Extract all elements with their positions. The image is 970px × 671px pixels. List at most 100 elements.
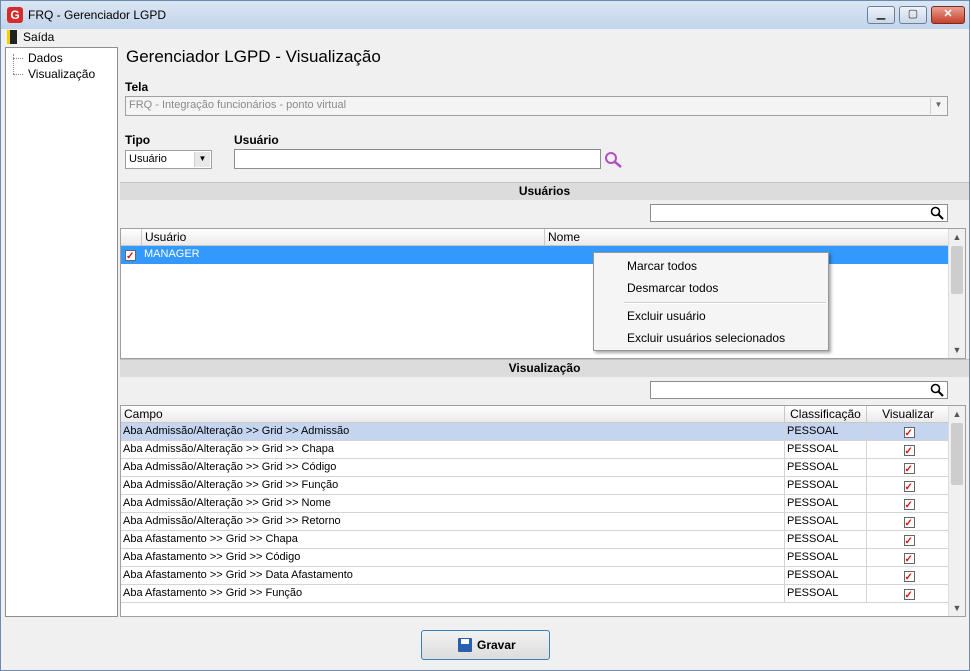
tipo-select[interactable]: Usuário ▼ [125, 150, 212, 169]
usuario-label: Usuário [234, 133, 279, 147]
visualizacao-search-input[interactable] [650, 381, 948, 399]
grid-header-classificacao[interactable]: Classificação [785, 406, 867, 423]
menu-item-excluir-usuario[interactable]: Excluir usuário [627, 309, 706, 323]
menu-item-desmarcar-todos[interactable]: Desmarcar todos [627, 281, 718, 295]
grid-header-campo[interactable]: Campo [121, 406, 785, 423]
row-visualizar-cell[interactable] [867, 567, 950, 585]
usuario-input[interactable] [234, 149, 601, 169]
visualizar-checkbox[interactable] [903, 551, 915, 566]
table-row[interactable]: Aba Admissão/Alteração >> Grid >> Função… [121, 477, 950, 495]
scroll-down-icon[interactable]: ▼ [949, 342, 965, 358]
window-title: FRQ - Gerenciador LGPD [28, 8, 167, 22]
menu-item-marcar-todos[interactable]: Marcar todos [627, 259, 697, 273]
tela-value: FRQ - Integração funcionários - ponto vi… [129, 99, 347, 111]
visualizar-checkbox[interactable] [903, 533, 915, 548]
grid-header-nome[interactable]: Nome [545, 229, 950, 246]
row-checkbox[interactable] [125, 248, 136, 263]
row-campo: Aba Admissão/Alteração >> Grid >> Nome [121, 495, 785, 513]
grid-header-usuario[interactable]: Usuário [142, 229, 545, 246]
tipo-value: Usuário [129, 153, 167, 165]
visualizacao-section-header: Visualização [120, 359, 969, 377]
row-visualizar-cell[interactable] [867, 441, 950, 459]
save-button[interactable]: Gravar [421, 630, 550, 660]
scroll-up-icon[interactable]: ▲ [949, 229, 965, 245]
table-row[interactable]: Aba Admissão/Alteração >> Grid >> Chapa … [121, 441, 950, 459]
app-window: G FRQ - Gerenciador LGPD ▁ ▢ ✕ Saída Dad… [0, 0, 970, 671]
usuarios-section-header: Usuários [120, 182, 969, 200]
row-visualizar-cell[interactable] [867, 423, 950, 441]
visualizar-checkbox[interactable] [903, 479, 915, 494]
scroll-thumb[interactable] [951, 246, 963, 294]
usuarios-grid: Usuário Nome MANAGER ▲ ▼ [120, 228, 966, 359]
menu-item-excluir-selecionados[interactable]: Excluir usuários selecionados [627, 331, 785, 345]
tree-connector [13, 58, 23, 59]
visualizacao-scrollbar[interactable]: ▲ ▼ [948, 406, 965, 616]
search-icon[interactable] [604, 151, 623, 168]
tree-item-dados[interactable]: Dados [28, 51, 63, 65]
row-campo: Aba Afastamento >> Grid >> Função [121, 585, 785, 603]
row-classificacao: PESSOAL [785, 495, 867, 513]
table-row[interactable]: Aba Admissão/Alteração >> Grid >> Código… [121, 459, 950, 477]
table-row[interactable]: Aba Afastamento >> Grid >> Função PESSOA… [121, 585, 950, 603]
row-campo: Aba Afastamento >> Grid >> Chapa [121, 531, 785, 549]
row-campo: Aba Admissão/Alteração >> Grid >> Código [121, 459, 785, 477]
chevron-down-icon[interactable]: ▼ [194, 152, 210, 167]
minimize-button[interactable]: ▁ [867, 6, 895, 24]
row-campo: Aba Admissão/Alteração >> Grid >> Admiss… [121, 423, 785, 441]
tela-select[interactable]: FRQ - Integração funcionários - ponto vi… [125, 96, 948, 116]
maximize-button[interactable]: ▢ [899, 6, 927, 24]
search-icon[interactable] [930, 383, 944, 397]
search-icon[interactable] [930, 206, 944, 220]
visualizar-checkbox[interactable] [903, 425, 915, 440]
context-menu: Marcar todos Desmarcar todos Excluir usu… [593, 252, 829, 351]
visualizar-checkbox[interactable] [903, 587, 915, 602]
row-campo: Aba Admissão/Alteração >> Grid >> Função [121, 477, 785, 495]
menu-exit[interactable]: Saída [23, 30, 54, 44]
table-row[interactable]: Aba Afastamento >> Grid >> Chapa PESSOAL [121, 531, 950, 549]
usuarios-scrollbar[interactable]: ▲ ▼ [948, 229, 965, 358]
row-visualizar-cell[interactable] [867, 585, 950, 603]
visualizar-checkbox[interactable] [903, 443, 915, 458]
table-row[interactable]: Aba Afastamento >> Grid >> Código PESSOA… [121, 549, 950, 567]
scroll-thumb[interactable] [951, 423, 963, 485]
row-check-cell[interactable] [121, 246, 142, 264]
visualizar-checkbox[interactable] [903, 497, 915, 512]
row-classificacao: PESSOAL [785, 441, 867, 459]
floppy-disk-icon [458, 638, 472, 652]
tree-item-visualizacao[interactable]: Visualização [28, 67, 95, 81]
row-classificacao: PESSOAL [785, 459, 867, 477]
row-campo: Aba Afastamento >> Grid >> Código [121, 549, 785, 567]
row-classificacao: PESSOAL [785, 513, 867, 531]
row-visualizar-cell[interactable] [867, 531, 950, 549]
grid-header-check [121, 229, 142, 246]
row-classificacao: PESSOAL [785, 567, 867, 585]
row-classificacao: PESSOAL [785, 549, 867, 567]
row-visualizar-cell[interactable] [867, 549, 950, 567]
row-classificacao: PESSOAL [785, 477, 867, 495]
row-usuario: MANAGER [142, 246, 545, 264]
row-classificacao: PESSOAL [785, 423, 867, 441]
row-visualizar-cell[interactable] [867, 459, 950, 477]
close-button[interactable]: ✕ [931, 6, 965, 24]
scroll-down-icon[interactable]: ▼ [949, 600, 965, 616]
grid-header-visualizar[interactable]: Visualizar [867, 406, 950, 423]
table-row[interactable]: Aba Admissão/Alteração >> Grid >> Nome P… [121, 495, 950, 513]
visualizar-checkbox[interactable] [903, 461, 915, 476]
table-row[interactable]: Aba Afastamento >> Grid >> Data Afastame… [121, 567, 950, 585]
table-row[interactable]: Aba Admissão/Alteração >> Grid >> Retorn… [121, 513, 950, 531]
exit-door-icon[interactable] [7, 30, 17, 44]
row-visualizar-cell[interactable] [867, 495, 950, 513]
chevron-down-icon[interactable]: ▼ [930, 98, 946, 114]
visualizar-checkbox[interactable] [903, 515, 915, 530]
row-classificacao: PESSOAL [785, 585, 867, 603]
scroll-up-icon[interactable]: ▲ [949, 406, 965, 422]
visualizacao-grid: Campo Classificação Visualizar Aba Admis… [120, 405, 966, 617]
tipo-label: Tipo [125, 133, 151, 147]
usuarios-search-input[interactable] [650, 204, 948, 222]
tela-label: Tela [125, 80, 149, 94]
row-visualizar-cell[interactable] [867, 477, 950, 495]
title-bar[interactable]: G FRQ - Gerenciador LGPD ▁ ▢ ✕ [1, 1, 969, 30]
row-visualizar-cell[interactable] [867, 513, 950, 531]
table-row[interactable]: Aba Admissão/Alteração >> Grid >> Admiss… [121, 423, 950, 441]
visualizar-checkbox[interactable] [903, 569, 915, 584]
